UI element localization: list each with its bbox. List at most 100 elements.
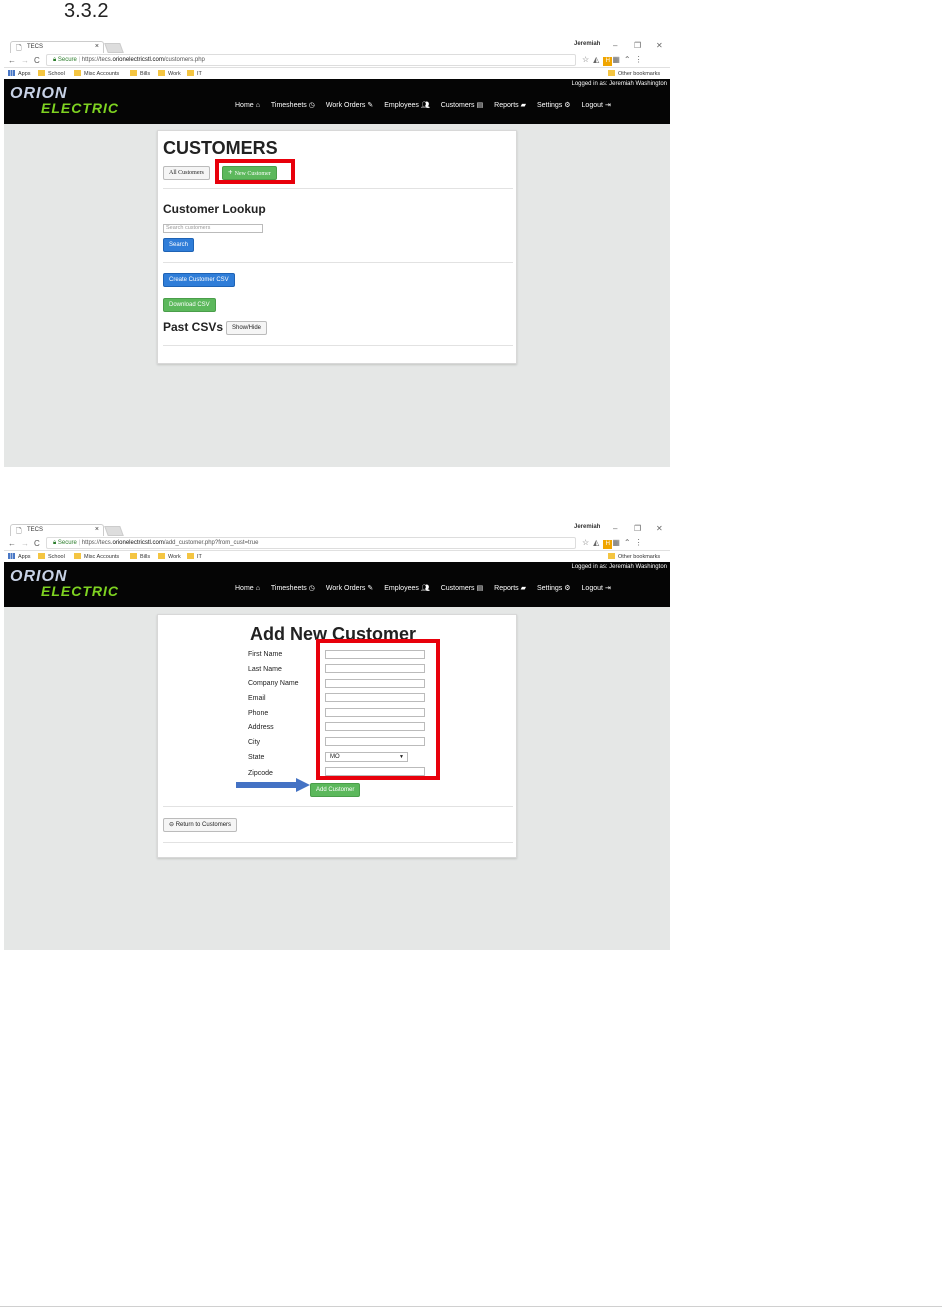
bookmark-misc-accounts[interactable]: Misc Accounts [74,70,119,77]
menu-reports[interactable]: Reports ▰ [494,584,526,592]
star-icon[interactable]: ☆ [582,55,593,64]
menu-icon[interactable]: ⋮ [635,538,647,547]
menu-employees[interactable]: Employees 👥︎ [384,101,430,109]
browser-tab[interactable]: 🗋 TECS × [10,41,104,53]
menu-employees[interactable]: Employees 👥︎ [384,584,430,592]
back-icon[interactable]: ← [8,56,16,65]
minimize-icon[interactable]: – [613,524,617,533]
menu-reports[interactable]: Reports ▰ [494,101,526,109]
reload-icon[interactable]: C [34,539,40,548]
create-csv-button[interactable]: Create Customer CSV [163,273,235,287]
tab-title: TECS [27,527,44,533]
customers-panel: CUSTOMERS All Customers + New Customer C… [157,130,517,364]
toolbar-icons: ☆◭ H ▦⌃⋮ [582,55,647,66]
tab-title: TECS [27,44,44,50]
secure-label: Secure [57,540,77,546]
restore-icon[interactable]: ❐ [634,41,641,50]
logout-icon: ⇥ [604,585,611,592]
arrow-left-circle-icon: ⊖ [169,822,176,828]
menu-customers[interactable]: Customers ▤ [441,101,483,109]
menu-home[interactable]: Home ⌂ [235,102,260,109]
bookmark-bills[interactable]: Bills [130,70,150,77]
section-number: 3.3.2 [64,0,109,22]
bookmark-other[interactable]: Other bookmarks [608,553,660,560]
bookmark-work[interactable]: Work [158,70,181,77]
all-customers-button[interactable]: All Customers [163,166,210,180]
folder-icon [130,70,137,76]
reload-icon[interactable]: C [34,56,40,65]
divider [163,806,513,807]
profile-name[interactable]: Jeremiah [574,41,600,47]
download-csv-button[interactable]: Download CSV [163,298,216,312]
close-window-icon[interactable]: ✕ [656,41,663,50]
bookmark-school[interactable]: School [38,70,65,77]
menu-settings[interactable]: Settings ⚙ [537,101,571,109]
star-icon[interactable]: ☆ [582,538,593,547]
app-header: ORION ELECTRIC Logged in as: Jeremiah Wa… [4,562,670,607]
extension-signal-icon[interactable]: ⌃ [624,538,635,547]
forward-icon[interactable]: → [21,539,29,548]
restore-icon[interactable]: ❐ [634,524,641,533]
folder-icon [158,553,165,559]
lookup-title: Customer Lookup [163,202,266,216]
bookmark-apps[interactable]: Apps [8,70,31,77]
bookmark-bills[interactable]: Bills [130,553,150,560]
screenshot-customers-page: 🗋 TECS × Jeremiah – ❐ ✕ ← → C 🔒︎ Secure … [4,38,670,467]
extension-icon[interactable]: ◭ [593,55,603,64]
extension-grid-icon[interactable]: ▦ [612,538,624,547]
folder-icon [608,553,615,559]
search-button[interactable]: Search [163,238,195,252]
extension-h-icon[interactable]: H [603,540,613,549]
new-tab-button[interactable] [104,526,124,536]
label-email: Email [248,695,266,702]
url-field[interactable]: 🔒︎ Secure | https://tecs.orionelectricst… [46,54,576,66]
tab-close-icon[interactable]: × [95,43,99,50]
menu-logout[interactable]: Logout ⇥ [582,101,611,109]
logo-electric[interactable]: ELECTRIC [41,583,119,599]
forward-icon[interactable]: → [21,56,29,65]
label-zipcode: Zipcode [248,770,273,777]
close-window-icon[interactable]: ✕ [656,524,663,533]
edit-icon: ✎ [367,585,374,592]
tab-bar: 🗋 TECS × Jeremiah – ❐ ✕ [4,38,670,53]
profile-name[interactable]: Jeremiah [574,524,600,530]
bookmark-work[interactable]: Work [158,553,181,560]
url-field[interactable]: 🔒︎ Secure | https://tecs.orionelectricst… [46,537,576,549]
menu-customers[interactable]: Customers ▤ [441,584,483,592]
menu-logout[interactable]: Logout ⇥ [582,584,611,592]
bookmark-it[interactable]: IT [187,553,202,560]
menu-work-orders[interactable]: Work Orders ✎ [326,101,373,109]
add-customer-button[interactable]: Add Customer [310,783,361,797]
menu-timesheets[interactable]: Timesheets ◷ [271,584,315,592]
menu-settings[interactable]: Settings ⚙ [537,584,571,592]
bookmark-school[interactable]: School [38,553,65,560]
folder-icon [608,70,615,76]
menu-timesheets[interactable]: Timesheets ◷ [271,101,315,109]
url-prefix: https://tecs. [81,57,113,63]
logo-electric[interactable]: ELECTRIC [41,100,119,116]
bookmark-apps[interactable]: Apps [8,553,31,560]
extension-icon[interactable]: ◭ [593,538,603,547]
folder-icon [74,553,81,559]
menu-icon[interactable]: ⋮ [635,55,647,64]
main-menu: Home ⌂ Timesheets ◷ Work Orders ✎ Employees… [226,101,611,109]
minimize-icon[interactable]: – [613,41,617,50]
back-icon[interactable]: ← [8,539,16,548]
extension-signal-icon[interactable]: ⌃ [624,55,635,64]
past-csvs-title: Past CSVs [163,320,224,334]
label-first-name: First Name [248,651,283,658]
bookmark-it[interactable]: IT [187,70,202,77]
show-hide-button[interactable]: Show/Hide [226,321,268,335]
tab-close-icon[interactable]: × [95,526,99,533]
bookmark-other[interactable]: Other bookmarks [608,70,660,77]
browser-tab[interactable]: 🗋 TECS × [10,524,104,536]
menu-work-orders[interactable]: Work Orders ✎ [326,584,373,592]
menu-home[interactable]: Home ⌂ [235,585,260,592]
extension-h-icon[interactable]: H [603,57,613,66]
new-tab-button[interactable] [104,43,124,53]
return-to-customers-button[interactable]: ⊖ Return to Customers [163,818,238,832]
address-bar-row: ← → C 🔒︎ Secure | https://tecs.orionelec… [4,536,670,551]
search-input[interactable]: Search customers [163,224,263,233]
extension-grid-icon[interactable]: ▦ [612,55,624,64]
bookmark-misc-accounts[interactable]: Misc Accounts [74,553,119,560]
